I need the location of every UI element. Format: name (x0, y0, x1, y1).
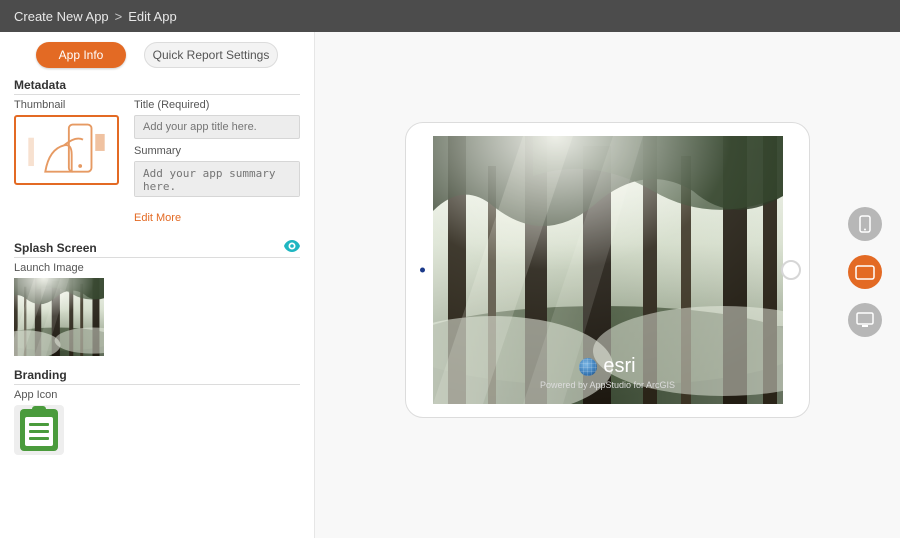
label-app-icon: App Icon (14, 389, 300, 401)
tab-quick-report-settings[interactable]: Quick Report Settings (144, 42, 278, 68)
esri-logo: esri (433, 355, 783, 378)
device-phone-button[interactable] (848, 207, 882, 241)
section-splash-screen: Splash Screen (14, 241, 97, 255)
preview-area: esri Powered by AppStudio for ArcGIS (315, 32, 900, 538)
label-launch-image: Launch Image (14, 262, 300, 274)
app-icon-clipboard-icon (20, 409, 58, 451)
section-branding: Branding (14, 368, 300, 385)
thumbnail-placeholder-illustration (16, 117, 117, 183)
visibility-toggle-icon[interactable] (284, 240, 300, 255)
thumbnail-upload[interactable] (14, 115, 119, 185)
device-desktop-button[interactable] (848, 303, 882, 337)
tablet-frame: esri Powered by AppStudio for ArcGIS (405, 122, 810, 418)
breadcrumb: Create New App > Edit App (0, 0, 900, 32)
phone-icon (859, 215, 871, 233)
desktop-icon (856, 312, 874, 328)
breadcrumb-current: Edit App (128, 9, 176, 24)
section-metadata: Metadata (14, 78, 300, 95)
tab-app-info[interactable]: App Info (36, 42, 126, 68)
device-tablet-button[interactable] (848, 255, 882, 289)
preview-screen: esri Powered by AppStudio for ArcGIS (433, 136, 783, 404)
device-switcher (848, 207, 882, 337)
app-icon-picker[interactable] (14, 405, 64, 455)
preview-tagline: Powered by AppStudio for ArcGIS (433, 380, 783, 390)
breadcrumb-root[interactable]: Create New App (14, 9, 109, 24)
edit-more-link[interactable]: Edit More (134, 212, 181, 224)
globe-icon (579, 358, 597, 376)
left-panel: App Info Quick Report Settings Metadata … (0, 32, 315, 538)
title-input[interactable] (134, 115, 300, 139)
label-thumbnail: Thumbnail (14, 99, 124, 111)
summary-input[interactable] (134, 161, 300, 197)
tablet-icon (855, 265, 875, 280)
tablet-camera-dot (420, 268, 425, 273)
label-title: Title (Required) (134, 99, 300, 111)
breadcrumb-separator: > (115, 9, 123, 24)
label-summary: Summary (134, 145, 300, 157)
launch-image-picker[interactable] (14, 278, 104, 356)
esri-logo-text: esri (603, 355, 635, 378)
tablet-home-button (781, 260, 801, 280)
